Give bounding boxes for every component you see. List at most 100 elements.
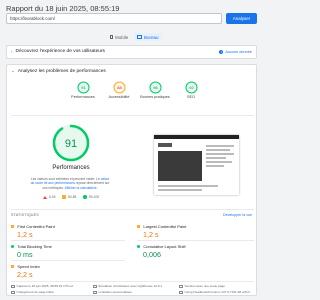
network-icon [93, 290, 97, 294]
divider [11, 115, 254, 116]
mobile-icon [110, 34, 113, 40]
metric-cls-name: Cumulative Layout Shift [143, 244, 186, 249]
preview-text-line [206, 145, 234, 147]
diagnose-title: Analysez les problèmes de performances [17, 68, 106, 74]
metric-lcp-name: Largest Contentful Paint [143, 224, 187, 229]
desktop-icon [93, 284, 97, 288]
divider [11, 240, 125, 241]
chevron-down-icon[interactable]: ⌄ [11, 68, 15, 74]
tab-desktop-label: Bureau [144, 34, 159, 40]
preview-hero-image [158, 151, 202, 181]
metric-tbt-name: Total Blocking Time [17, 244, 52, 249]
preview-text-line [206, 153, 234, 155]
no-data-notice: i Aucune donnée [219, 50, 252, 54]
tab-mobile-label: Mobile [115, 34, 129, 40]
metric-fcp-value: 1,2 s [17, 230, 33, 239]
score-accessibility-label: Accessibilité [108, 95, 130, 99]
metric-tbt: Total Blocking Time 0 ms [11, 244, 121, 259]
score-best-practices-value: 96 [153, 85, 158, 90]
average-square-icon [137, 224, 141, 229]
metric-cls-value: 0,006 [143, 250, 161, 259]
metrics-heading: STATISTIQUES [11, 213, 39, 217]
triangle-icon [42, 195, 47, 199]
performance-gauge-value: 91 [65, 138, 77, 150]
metric-tbt-value: 0 ms [17, 250, 33, 259]
performance-gauge: 91 [52, 124, 90, 162]
diagnose-performance-card: ⌄ Analysez les problèmes de performances… [6, 64, 257, 296]
preview-logo [158, 143, 172, 147]
tab-desktop[interactable]: Bureau [134, 33, 162, 41]
legend-pass-label: 90-100 [88, 195, 100, 199]
score-legend: 0-49 50-89 90-100 [31, 195, 111, 199]
score-accessibility-value: 88 [117, 85, 122, 90]
desktop-icon [137, 35, 142, 39]
footer-throttling: Limitation personnalisée [93, 290, 132, 294]
legend-average: 50-89 [62, 195, 76, 199]
info-icon: i [219, 50, 224, 54]
preview-text-line [206, 149, 230, 151]
report-title: Rapport du 18 juin 2025, 08:55:19 [6, 4, 120, 13]
real-user-title: Découvrez l'expérience de vos utilisateu… [15, 49, 105, 54]
tab-mobile[interactable]: Mobile [110, 33, 128, 41]
footer-capture-time-text: Capture le 18 juin 2025, 08:55:19 UTC+2 [16, 284, 74, 288]
preview-topbar [154, 135, 239, 139]
average-square-icon [11, 224, 15, 229]
metric-speed-index-value: 2,2 s [17, 270, 33, 279]
chevron-right-icon[interactable]: › [11, 49, 13, 54]
circle-icon [83, 195, 87, 199]
url-input[interactable]: https://leorablock.com/ [6, 13, 222, 24]
divider [11, 281, 254, 282]
category-scores: 91 Performances 88 Accessibilité 96 Bonn… [67, 81, 207, 109]
divider [11, 209, 254, 210]
preview-text-line [206, 161, 232, 163]
preview-text-line [158, 185, 218, 187]
metric-cls: Cumulative Layout Shift 0,006 [137, 244, 247, 259]
calendar-icon [11, 284, 15, 288]
metric-fcp: First Contentful Paint 1,2 s [11, 224, 121, 239]
footer-throttling-text: Limitation personnalisée [98, 290, 132, 294]
footer-page-load: Chargement de page initial [11, 290, 53, 294]
score-seo[interactable]: 92 SEO [175, 81, 207, 99]
square-icon [62, 195, 66, 199]
metric-fcp-name: First Contentful Paint [17, 224, 55, 229]
performance-description: Les valeurs sont estimées et peuvent var… [29, 177, 111, 190]
browser-icon [179, 290, 183, 294]
average-square-icon [11, 264, 15, 269]
legend-average-label: 50-89 [67, 195, 77, 199]
score-performance[interactable]: 91 Performances [67, 81, 99, 99]
metric-speed-index: Speed Index 2,2 s [11, 264, 121, 279]
footer-page-load-text: Chargement de page initial [16, 290, 54, 294]
analyze-button[interactable]: Analyser [226, 13, 257, 24]
footer-emulation-text: Émulation d'ordinateur avec Lighthouse 1… [98, 284, 163, 288]
score-seo-value: 92 [189, 85, 194, 90]
footer-browser-text: Using HeadlessChromium 137.0.7151.68 wit… [184, 290, 251, 294]
performance-gauge-label: Performances [52, 165, 90, 171]
footer-emulation: Émulation d'ordinateur avec Lighthouse 1… [93, 284, 162, 288]
no-data-label: Aucune donnée [225, 50, 252, 54]
stopwatch-icon [11, 290, 15, 294]
legend-pass: 90-100 [83, 195, 99, 199]
legend-fail: 0-49 [42, 195, 55, 199]
footer-browser: Using HeadlessChromium 137.0.7151.68 wit… [179, 290, 250, 294]
score-best-practices-label: Bonnes pratiques [140, 95, 170, 99]
expand-view-link[interactable]: Développer la vue [223, 213, 252, 217]
pass-circle-icon [137, 244, 141, 249]
score-seo-label: SEO [186, 95, 196, 99]
score-best-practices[interactable]: 96 Bonnes pratiques [139, 81, 171, 99]
page-screenshot[interactable] [154, 135, 239, 195]
metric-lcp: Largest Contentful Paint 1,2 s [137, 224, 247, 239]
pass-circle-icon [11, 244, 15, 249]
metric-speed-index-name: Speed Index [17, 264, 40, 269]
metric-lcp-value: 1,2 s [143, 230, 159, 239]
session-icon [179, 284, 183, 288]
score-performance-label: Performances [71, 95, 95, 99]
calculator-link[interactable]: Afficher la calculatrice. [65, 186, 98, 190]
preview-text-line [158, 189, 202, 191]
footer-capture-time: Capture le 18 juin 2025, 08:55:19 UTC+2 [11, 284, 73, 288]
real-user-experience-card[interactable]: › Découvrez l'expérience de vos utilisat… [6, 45, 257, 59]
score-accessibility[interactable]: 88 Accessibilité [103, 81, 135, 99]
preview-text-line [206, 157, 226, 159]
footer-session-text: Session avec une seule page [184, 284, 225, 288]
footer-session: Session avec une seule page [179, 284, 225, 288]
divider [11, 260, 125, 261]
